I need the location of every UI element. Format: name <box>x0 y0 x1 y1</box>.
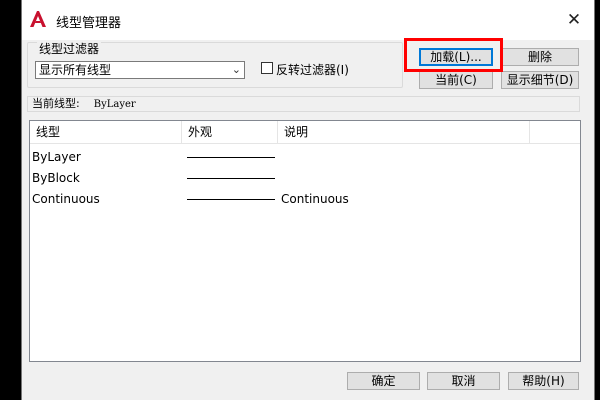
dialog-title: 线型管理器 <box>56 16 122 31</box>
column-header-linetype[interactable]: 线型 <box>30 121 182 143</box>
current-linetype-value: ByLayer <box>93 99 136 110</box>
current-button[interactable]: 当前(C) <box>419 71 493 89</box>
cancel-button[interactable]: 取消 <box>427 372 500 390</box>
list-header: 线型 外观 说明 <box>30 121 580 144</box>
current-linetype-label: 当前线型: <box>32 97 80 110</box>
filter-selected-value: 显示所有线型 <box>39 63 112 77</box>
filter-group-label: 线型过滤器 <box>37 40 102 57</box>
chevron-down-icon: ⌄ <box>231 63 241 76</box>
list-item[interactable]: ByLayer <box>30 147 580 167</box>
column-header-description[interactable]: 说明 <box>278 121 530 143</box>
highlight-annotation <box>404 38 503 72</box>
current-linetype-bar: 当前线型: ByLayer <box>27 96 580 112</box>
ok-button[interactable]: 确定 <box>347 372 420 390</box>
linetype-filter-select[interactable]: 显示所有线型 ⌄ <box>35 61 245 79</box>
linetype-appearance-sample <box>187 157 275 158</box>
linetype-appearance-sample <box>187 199 275 200</box>
linetype-list: 线型 外观 说明 ByLayer ByBlock Continuous Cont… <box>29 120 581 362</box>
title-bar[interactable]: 线型管理器 ✕ <box>22 0 594 40</box>
linetype-name: ByLayer <box>32 150 81 164</box>
linetype-description: Continuous <box>281 192 349 206</box>
column-header-appearance[interactable]: 外观 <box>182 121 278 143</box>
delete-button[interactable]: 删除 <box>501 48 579 66</box>
invert-filter-checkbox[interactable] <box>261 62 273 74</box>
help-button[interactable]: 帮助(H) <box>508 372 579 390</box>
close-icon: ✕ <box>566 10 582 30</box>
autocad-logo-icon <box>29 10 47 28</box>
invert-filter-label[interactable]: 反转过滤器(I) <box>276 61 349 78</box>
linetype-manager-dialog: 线型管理器 ✕ 线型过滤器 显示所有线型 ⌄ 反转过滤器(I) 加载(L)...… <box>21 0 595 400</box>
close-button[interactable]: ✕ <box>554 4 594 36</box>
linetype-appearance-sample <box>187 178 275 179</box>
linetype-name: Continuous <box>32 192 100 206</box>
linetype-name: ByBlock <box>32 171 80 185</box>
show-details-button[interactable]: 显示细节(D) <box>501 71 579 89</box>
list-item[interactable]: Continuous Continuous <box>30 189 580 209</box>
list-item[interactable]: ByBlock <box>30 168 580 188</box>
